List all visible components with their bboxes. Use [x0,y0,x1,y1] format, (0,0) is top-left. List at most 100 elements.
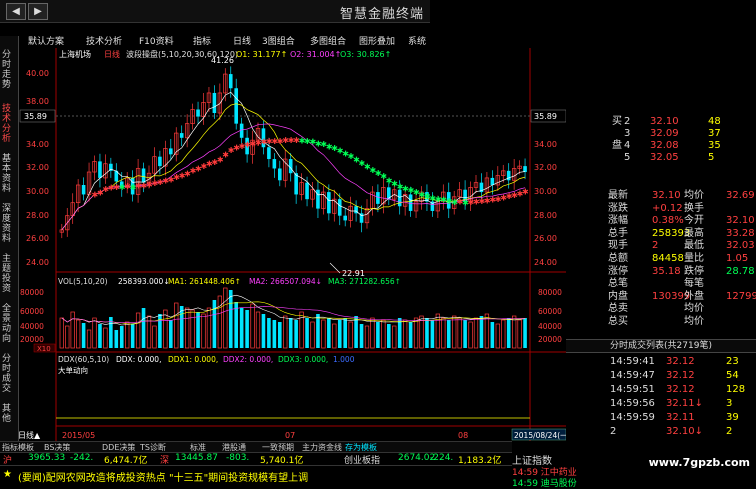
stat-label: 最低 [684,240,704,252]
stat-label: 内盘 [608,290,628,302]
volume-bar [332,323,337,349]
menu-tech-analysis[interactable]: 技术分析 [86,36,122,48]
candlestick-series [59,66,527,239]
order-volume: 48 [708,116,721,127]
menu-overlay[interactable]: 图形叠加 [359,36,395,48]
menu-system[interactable]: 系统 [408,36,426,48]
stat-label: 均价 [684,190,704,201]
vol-tick: 60000 [20,307,44,316]
trade-price: 32.12 [666,384,695,395]
volume-bar [272,320,277,348]
ma-line [61,103,526,231]
nav-trades[interactable]: 分时成交 [2,354,14,394]
price-tick-right: 28.00 [534,211,557,220]
chart-area[interactable]: 上海机场 日线 波段操盘(5,10,20,30,60,120) O1: 31.1… [18,48,566,441]
trade-price: 32.12 [666,370,695,381]
trade-price: 32.11↓ [666,398,704,409]
stat-value: 32.69 [726,190,755,201]
news-ticker[interactable]: ★ (要闻)配网农网改造将成投资热点 "十三五"期间投资规模有望上调 [0,465,512,488]
candle-body [169,148,173,155]
vol-tick: 40000 [20,322,44,331]
volume-bar [103,327,108,349]
volume-bar [217,295,223,349]
trade-volume: 54 [726,370,739,381]
volume-bar [98,324,102,348]
volume-bar [196,312,200,348]
title-bar: ◀ ▶ 智慧金融终端 [0,0,430,23]
trade-volume: 39 [726,412,739,423]
price-tick-right: 24.00 [534,258,557,267]
price-tick: 38.00 [26,97,49,106]
forward-icon[interactable]: ▶ [28,3,48,20]
trade-time: 14:59:41 [610,356,655,367]
app-title: 智慧金融终端 [339,7,424,22]
candle-body [316,189,320,209]
volume-bar [359,324,364,348]
ddx-scale-value: 1.000 [333,355,355,364]
volume-bar [114,330,119,348]
volume-bar [397,318,402,348]
menu-default-scheme[interactable]: 默认方案 [28,36,64,48]
trade-time: 14:59:56 [610,398,655,409]
news-icon: ★ [3,469,12,480]
volume-bar [430,320,435,348]
volume-bar [135,312,141,349]
menu-f10[interactable]: F10资料 [139,36,174,48]
menu-3-chart[interactable]: 3图组合 [262,36,295,48]
candle-body [158,156,162,167]
volume-bar [169,320,173,348]
nav-technical[interactable]: 技术分析 [2,104,14,144]
nav-basic-info[interactable]: 基本资料 [2,154,14,194]
trade-volume: 23 [726,356,739,367]
stat-value: 84458 [652,253,684,264]
stat-value: 32.10 [726,215,755,227]
stat-value: +0.12 [652,202,683,214]
trade-time: 2 [610,426,617,437]
stat-label: 外盘 [684,290,704,302]
stat-label: 每笔 [684,278,704,290]
menu-multi-chart[interactable]: 多图组合 [310,36,346,48]
stat-value: 2 [652,240,659,252]
nav-theme[interactable]: 主题投资 [2,254,14,294]
stat-label: 涨跌 [608,202,628,214]
nav-intraday[interactable]: 分时走势 [2,50,14,90]
volume-bar [228,290,233,348]
nav-panorama[interactable]: 全景动向 [2,304,14,344]
volume-bar [92,317,97,349]
trade-price: 32.12 [666,356,695,367]
candle-body [327,192,331,214]
stat-label: 最高 [684,227,704,239]
trades-title[interactable]: 分时成交列表(共2719笔) [566,339,756,353]
volume-bar [179,306,184,348]
menu-daily[interactable]: 日线 [233,36,251,48]
volume-bar [294,320,298,348]
volume-bar [185,307,190,349]
volume-bar [457,317,462,349]
volume-bar [125,321,130,349]
volume-bar [70,311,75,349]
trade-price: 32.10↓ [666,426,704,437]
trade-time: 14:59:59 [610,412,655,423]
volume-bar [387,324,391,348]
volume-bar [174,302,179,349]
ticker-2[interactable]: 14:59 迪马股份 [512,476,577,489]
volume-bar [376,322,380,348]
period-selector[interactable]: 日线▲ [18,430,41,440]
volume-bar [441,317,446,349]
stat-label: 今开 [684,215,704,227]
back-icon[interactable]: ◀ [6,3,26,20]
ddx-name: DDX(60,5,10) [58,355,109,364]
ddx2-value: DDX2: 0.000, [223,355,273,364]
stat-label: 换手 [684,202,704,214]
order-level: 4 [624,140,631,151]
nav-deep-info[interactable]: 深度资料 [2,204,14,244]
news-text[interactable]: (要闻)配网农网改造将成投资热点 "十三五"期间投资规模有望上调 [18,469,308,484]
stat-label: 涨幅 [608,215,628,227]
volume-bar [381,319,386,349]
volume-ma-lines [61,294,526,326]
volume-bar [512,315,517,349]
nav-other[interactable]: 其他 [2,404,14,424]
watermark: www.7gpzb.com [648,456,750,469]
candle-body [376,192,380,204]
menu-indicator[interactable]: 指标 [193,36,211,48]
